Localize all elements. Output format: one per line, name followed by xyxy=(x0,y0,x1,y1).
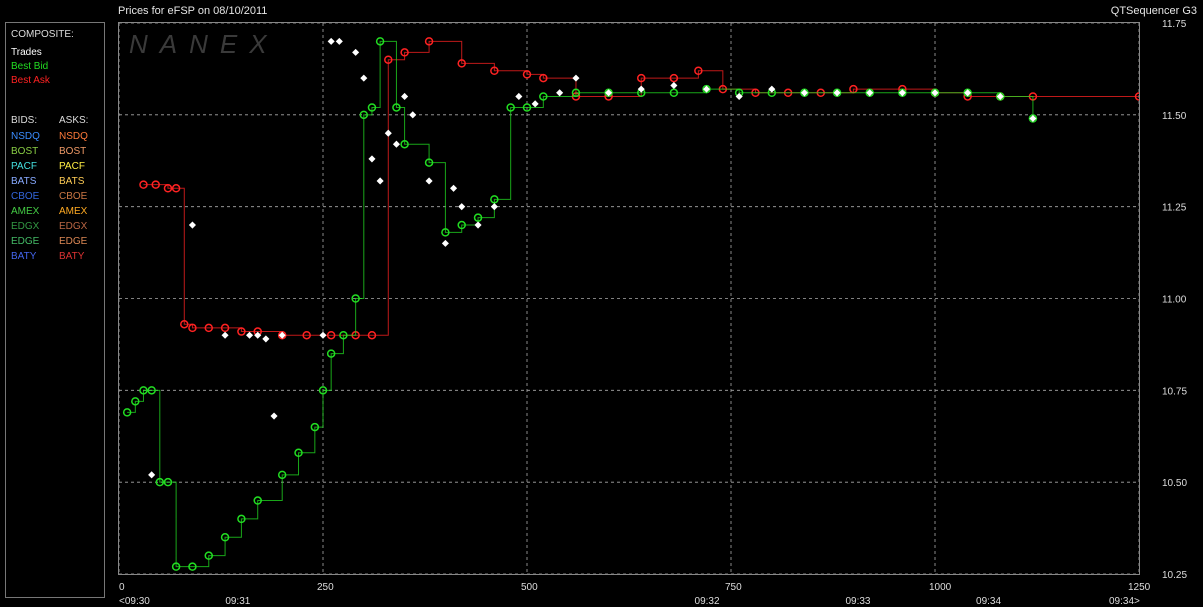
trade-point xyxy=(384,129,392,137)
x-tick-label: 0 xyxy=(119,582,125,593)
legend-ask-nsdq: NSDQ xyxy=(59,131,88,142)
trade-point xyxy=(254,331,262,339)
price-chart: NANEX xyxy=(119,23,1139,574)
time-label: 09:32 xyxy=(695,596,720,607)
y-tick-label: 10.75 xyxy=(1162,386,1187,397)
time-label: 09:31 xyxy=(225,596,250,607)
x-tick-label: 750 xyxy=(725,582,742,593)
trade-point xyxy=(450,184,458,192)
legend-ask-cboe: CBOE xyxy=(59,191,88,202)
legend-bid-pacf: PACF xyxy=(11,161,37,172)
legend-best-ask: Best Ask xyxy=(11,75,50,86)
series-line-best-bid xyxy=(127,40,1034,568)
legend-bid-edgx: EDGX xyxy=(11,221,40,232)
y-tick-label: 11.00 xyxy=(1162,295,1187,306)
trade-point xyxy=(270,412,278,420)
trade-point xyxy=(319,331,327,339)
x-tick-label: 1000 xyxy=(929,582,952,593)
legend-ask-bats: BATS xyxy=(59,176,85,187)
trade-point xyxy=(221,331,229,339)
trade-point xyxy=(768,85,776,93)
trade-point xyxy=(572,74,580,82)
app-name: QTSequencer G3 xyxy=(1110,5,1197,17)
legend-ask-baty: BATY xyxy=(59,251,85,262)
trade-point xyxy=(556,89,564,97)
legend-ask-edgx: EDGX xyxy=(59,221,88,232)
time-label: 09:34 xyxy=(976,596,1001,607)
legend-bid-nsdq: NSDQ xyxy=(11,131,40,142)
legend-trades: Trades xyxy=(11,47,42,58)
x-tick-label: 250 xyxy=(317,582,334,593)
time-label: 09:33 xyxy=(845,596,870,607)
legend-ask-pacf: PACF xyxy=(59,161,85,172)
y-tick-label: 10.50 xyxy=(1162,478,1187,489)
trade-point xyxy=(425,177,433,185)
legend-ask-edge: EDGE xyxy=(59,236,88,247)
legend-bid-bost: BOST xyxy=(11,146,39,157)
trade-point xyxy=(401,92,409,101)
trade-point xyxy=(409,111,417,119)
series-line-best-ask xyxy=(143,40,1139,336)
trade-point xyxy=(531,100,539,108)
trade-point xyxy=(360,74,368,82)
legend-best-bid: Best Bid xyxy=(11,61,49,72)
trade-point xyxy=(637,85,645,93)
trade-point xyxy=(376,177,384,185)
chart-title: Prices for eFSP on 08/10/2011 xyxy=(118,5,268,17)
legend-ask-amex: AMEX xyxy=(59,206,88,217)
trade-point xyxy=(246,331,254,339)
legend-ask-bost: BOST xyxy=(59,146,87,157)
trade-point xyxy=(441,239,449,247)
y-tick-label: 11.50 xyxy=(1162,111,1187,122)
trade-point xyxy=(327,37,335,45)
legend-bid-bats: BATS xyxy=(11,176,37,187)
asks-label: ASKS: xyxy=(59,115,89,126)
plot-area: NANEX xyxy=(118,22,1140,575)
y-tick-label: 11.25 xyxy=(1162,203,1187,214)
legend-bid-edge: EDGE xyxy=(11,236,40,247)
time-label: 09:34> xyxy=(1109,596,1140,607)
trade-point xyxy=(368,155,376,163)
trade-point xyxy=(515,92,523,101)
bids-label: BIDS: xyxy=(11,115,38,126)
legend-bid-cboe: CBOE xyxy=(11,191,40,202)
title-bar: Prices for eFSP on 08/10/2011 QTSequence… xyxy=(0,0,1203,22)
legend-panel: COMPOSITE: Trades Best Bid Best Ask BIDS… xyxy=(5,22,105,598)
trade-point xyxy=(262,335,270,343)
watermark: NANEX xyxy=(129,29,279,59)
trade-point xyxy=(735,92,743,101)
trade-point xyxy=(188,221,196,229)
trade-point xyxy=(392,140,400,148)
trade-point xyxy=(148,471,156,479)
trade-point xyxy=(458,203,466,211)
x-tick-label: 500 xyxy=(521,582,538,593)
trade-point xyxy=(670,81,678,89)
trade-point xyxy=(474,221,482,229)
trade-point xyxy=(352,48,360,56)
trade-point xyxy=(490,203,498,211)
composite-label: COMPOSITE: xyxy=(11,29,74,40)
trade-point xyxy=(335,37,343,45)
legend-bid-baty: BATY xyxy=(11,251,37,262)
x-tick-label: 1250 xyxy=(1128,582,1151,593)
time-label: <09:30 xyxy=(119,596,150,607)
legend-bid-amex: AMEX xyxy=(11,206,40,217)
y-tick-label: 10.25 xyxy=(1162,570,1187,581)
